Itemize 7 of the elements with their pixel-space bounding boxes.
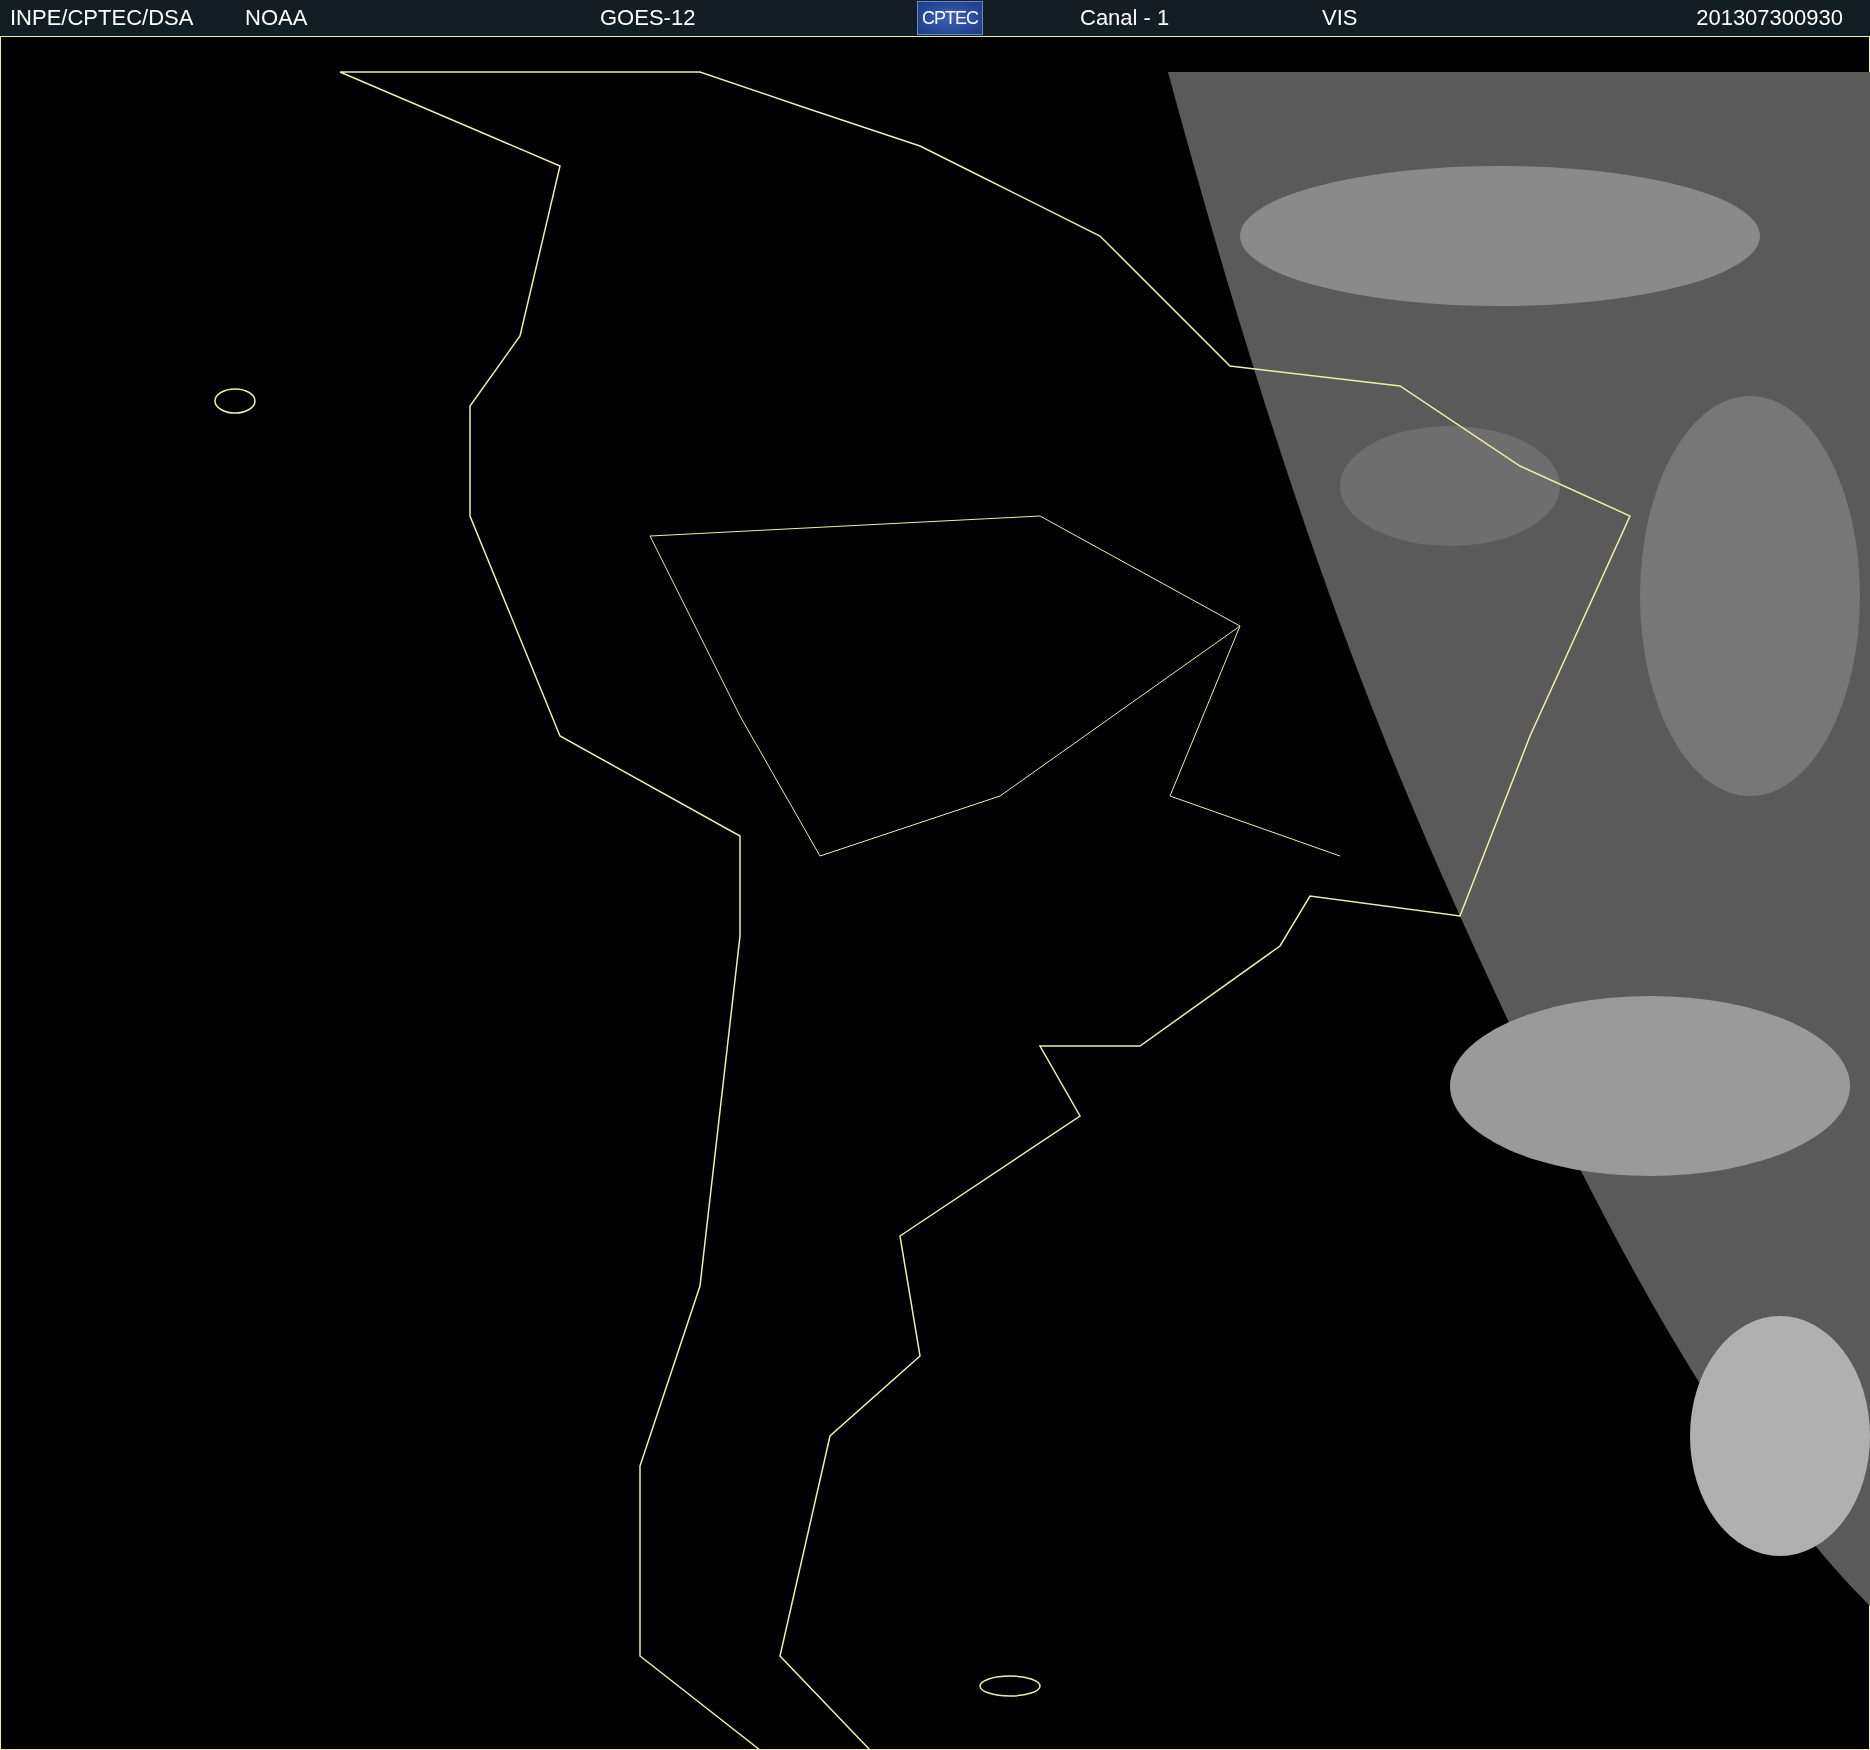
header-label: VIS	[1322, 5, 1358, 31]
header-label: 201307300930	[1696, 5, 1843, 31]
logo: CPTEC	[917, 1, 983, 35]
header-label: NOAA	[245, 5, 308, 31]
header-label: Canal - 1	[1080, 5, 1170, 31]
header-label: GOES-12	[600, 5, 696, 31]
header-label: INPE/CPTEC/DSA	[10, 5, 194, 31]
